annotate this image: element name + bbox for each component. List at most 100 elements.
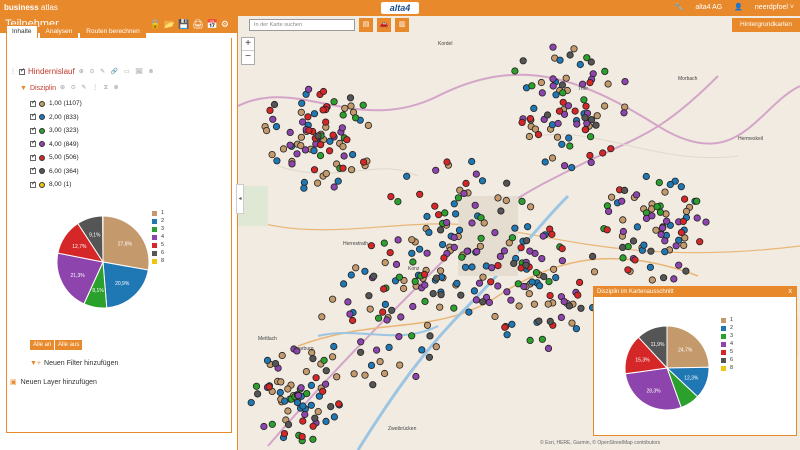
map-marker[interactable] [491,312,499,321]
map-marker[interactable] [386,249,394,257]
map-marker[interactable] [426,332,434,340]
map-marker[interactable] [587,58,595,66]
map-marker[interactable] [441,209,449,217]
map-marker[interactable] [322,118,330,126]
map-marker[interactable] [558,257,566,265]
map-marker[interactable] [558,81,566,89]
map-marker[interactable] [420,270,428,278]
map-marker[interactable] [640,241,648,249]
map-marker[interactable] [299,402,307,410]
map-marker[interactable] [549,75,557,83]
map-marker[interactable] [657,230,665,239]
map-marker[interactable] [543,111,552,119]
new-filter-row[interactable]: ▼+ Neuen Filter hinzufügen [30,360,118,367]
map-marker[interactable] [314,132,322,140]
level-checkbox[interactable] [30,99,36,107]
map-marker[interactable] [619,227,627,236]
map-marker[interactable] [576,60,584,69]
map-marker[interactable] [538,255,546,263]
map-marker[interactable] [479,298,487,306]
map-marker[interactable] [416,245,424,253]
layer-label[interactable]: Hindernislauf [28,67,75,76]
map-marker[interactable] [619,216,627,224]
map-marker[interactable] [340,152,348,160]
map-marker[interactable] [293,150,301,158]
map-marker[interactable] [310,166,319,174]
map-marker[interactable] [330,98,338,106]
gear-icon[interactable]: ⚙ [221,19,232,29]
map-marker[interactable] [511,224,519,232]
map-marker[interactable] [556,56,564,64]
map-marker[interactable] [347,102,355,110]
map-marker[interactable] [317,141,325,149]
level-checkbox[interactable] [30,180,36,188]
level-checkbox[interactable] [30,126,36,134]
map-marker[interactable] [322,170,330,178]
map-marker[interactable] [566,142,574,150]
map-marker[interactable] [544,300,552,308]
level-checkbox[interactable] [30,112,36,120]
map-marker[interactable] [618,243,627,251]
map-marker[interactable] [409,258,417,266]
map-marker[interactable] [301,146,310,154]
map-marker[interactable] [503,179,511,187]
map-marker[interactable] [450,304,458,312]
map-marker[interactable] [494,194,502,202]
map-marker[interactable] [558,140,566,148]
map-marker[interactable] [416,190,424,198]
map-marker[interactable] [361,371,369,379]
map-marker[interactable] [544,344,553,352]
map-marker[interactable] [432,166,440,174]
map-marker[interactable] [253,390,262,398]
lock-icon[interactable]: 🔒 [150,19,164,29]
map-marker[interactable] [425,228,433,236]
map-marker[interactable] [318,313,326,321]
map-marker[interactable] [677,228,685,237]
map-marker[interactable] [437,267,445,275]
map-marker[interactable] [555,107,564,115]
map-marker[interactable] [487,278,495,286]
map-marker[interactable] [273,157,281,165]
map-marker[interactable] [461,263,470,271]
map-marker[interactable] [601,67,609,76]
map-marker[interactable] [518,118,526,127]
map-marker[interactable] [648,276,656,284]
map-marker[interactable] [559,98,567,106]
map-marker[interactable] [262,127,271,135]
map-marker[interactable] [511,67,519,75]
map-marker[interactable] [508,234,516,242]
map-marker[interactable] [620,186,629,194]
map-marker[interactable] [565,134,573,142]
map-marker[interactable] [520,282,528,291]
map-marker[interactable] [582,102,590,110]
map-marker[interactable] [373,346,381,354]
map-marker[interactable] [281,397,289,405]
map-marker[interactable] [631,256,639,264]
map-marker[interactable] [662,217,671,225]
map-marker[interactable] [570,45,578,53]
map-marker[interactable] [522,261,530,269]
map-marker[interactable] [339,164,347,172]
map-marker[interactable] [661,248,669,256]
map-marker[interactable] [383,316,391,324]
map-marker[interactable] [537,78,545,87]
map-marker[interactable] [510,259,518,267]
filter-label[interactable]: Disziplin [30,85,56,92]
map-marker[interactable] [471,201,479,209]
tab-inhalte[interactable]: Inhalte [6,25,38,38]
map-marker[interactable] [607,145,615,153]
map-marker[interactable] [528,82,536,90]
map-marker[interactable] [369,381,377,389]
map-marker[interactable] [349,316,357,325]
map-marker[interactable] [266,106,274,115]
map-marker[interactable] [247,398,255,407]
map-marker[interactable] [309,354,317,363]
map-marker[interactable] [501,323,509,331]
map-marker[interactable] [562,74,570,82]
map-marker[interactable] [284,385,292,393]
map-marker[interactable] [468,263,476,271]
level-checkbox[interactable] [30,139,36,147]
map-marker[interactable] [364,121,372,130]
map-marker[interactable] [340,280,348,288]
map-marker[interactable] [541,158,549,166]
